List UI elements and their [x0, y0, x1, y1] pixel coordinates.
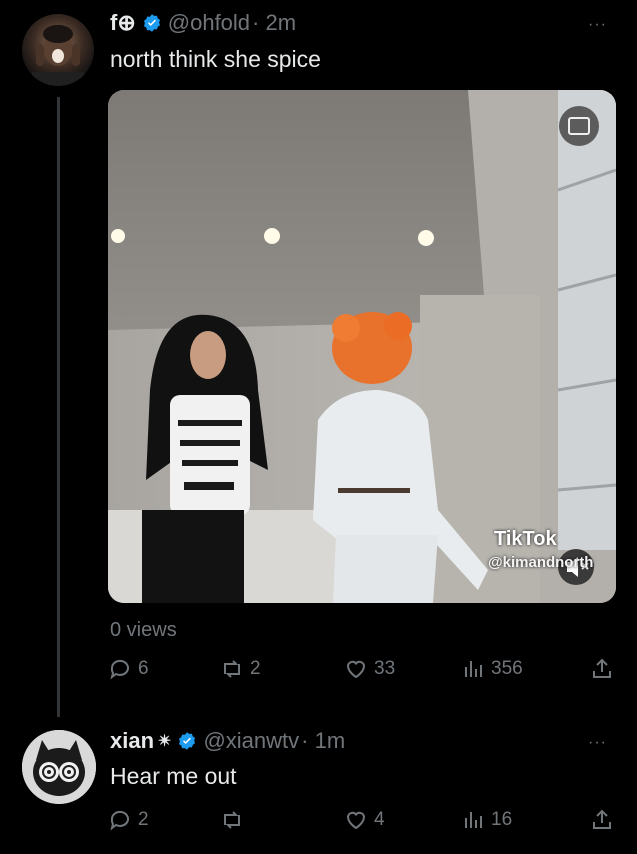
repost-button[interactable]: [220, 808, 250, 832]
timestamp[interactable]: · 2m: [252, 10, 296, 36]
heart-icon: [346, 660, 366, 679]
views-count: 16: [491, 809, 513, 830]
view-count-label: 0 views: [110, 619, 177, 641]
reply-icon: [110, 659, 129, 680]
like-button[interactable]: 4: [344, 808, 385, 832]
views-button[interactable]: 16: [461, 808, 512, 832]
avatar-photo: [32, 25, 84, 86]
share-icon: [593, 809, 611, 829]
user-handle[interactable]: @xianwtv: [203, 728, 299, 754]
display-name[interactable]: f⊕: [110, 10, 136, 36]
share-icon: [593, 658, 611, 678]
like-count: 4: [374, 809, 385, 830]
avatar[interactable]: [22, 14, 94, 86]
tweet-header: f⊕ @ohfold · 2m: [110, 10, 296, 36]
timestamp[interactable]: · 1m: [301, 728, 345, 754]
reply-icon: [110, 810, 129, 831]
tiktok-watermark: TikTok: [494, 528, 557, 550]
more-options-button[interactable]: ···: [588, 16, 607, 34]
display-name[interactable]: xian: [110, 728, 154, 754]
name-emoji: ✴: [158, 733, 172, 750]
reply-count: 6: [138, 658, 149, 679]
reply-button[interactable]: 2: [108, 808, 149, 832]
share-button[interactable]: [590, 657, 614, 681]
share-button[interactable]: [590, 808, 614, 832]
repost-icon: [224, 811, 240, 829]
video-media[interactable]: TikTok @kimandnorth: [108, 90, 616, 603]
like-count: 33: [374, 658, 396, 679]
tweet-header: xian ✴ @xianwtv · 1m: [110, 728, 345, 754]
avatar[interactable]: [22, 730, 96, 804]
like-button[interactable]: 33: [344, 657, 395, 681]
tweet-text: Hear me out: [110, 763, 237, 789]
views-count: 356: [491, 658, 523, 679]
reply-count: 2: [138, 809, 149, 830]
views-button[interactable]: 356: [461, 657, 523, 681]
tweet-text: north think she spice: [110, 46, 321, 72]
reply-button[interactable]: 6: [108, 657, 149, 681]
tweet-actions: 6 2 33 356: [108, 657, 618, 687]
repost-count: 2: [250, 658, 261, 679]
repost-icon: [224, 660, 240, 678]
verified-badge-icon: [143, 14, 160, 32]
more-options-button[interactable]: ···: [588, 734, 607, 752]
repost-button[interactable]: 2: [220, 657, 261, 681]
captions-icon[interactable]: [559, 106, 599, 146]
tweet-actions: 2 4 16: [108, 808, 618, 838]
analytics-icon: [465, 661, 482, 677]
thread-connector-line: [57, 97, 60, 717]
verified-badge-icon: [179, 732, 196, 750]
user-handle[interactable]: @ohfold: [168, 10, 250, 36]
avatar-cartoon: [22, 730, 96, 804]
heart-icon: [346, 811, 366, 830]
video-frame: [108, 90, 616, 603]
analytics-icon: [465, 812, 482, 828]
tiktok-username: @kimandnorth: [488, 554, 594, 571]
